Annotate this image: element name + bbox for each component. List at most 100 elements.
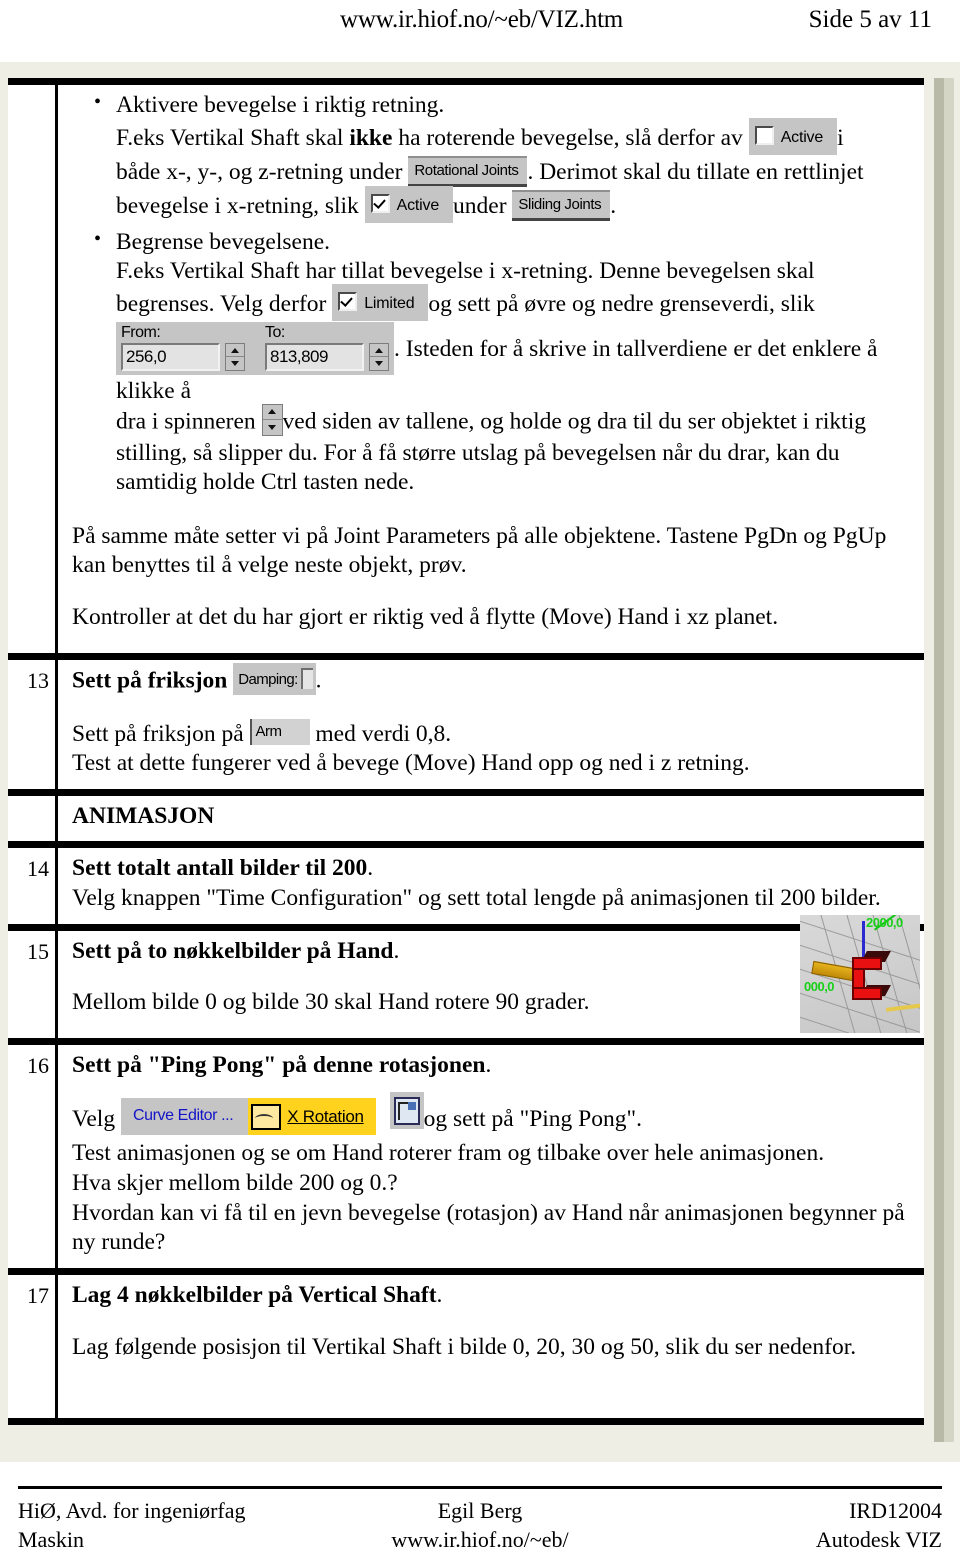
text-fragment: ved siden av tallene, og holde og dra ti…	[282, 407, 866, 434]
damping-input[interactable]	[300, 667, 313, 689]
to-spinner[interactable]	[369, 342, 389, 371]
footer-left-line2: Maskin	[18, 1527, 84, 1553]
text-fragment: under	[453, 192, 513, 219]
row-body-cell: Sett på "Ping Pong" på denne rotasjonen.…	[58, 1044, 924, 1268]
item-title-text: Sett på "Ping Pong" på denne rotasjonen	[72, 1051, 486, 1078]
checkbox-label: Active	[396, 196, 440, 214]
spinner-up-icon[interactable]	[370, 343, 388, 358]
bullet-line: samtidig holde Ctrl tasten nede.	[116, 469, 415, 496]
item-body-line: Velg Curve Editor ... X Rotation og sett…	[72, 1092, 914, 1139]
spinner-down-icon[interactable]	[226, 357, 244, 370]
spinner-down-icon[interactable]	[370, 357, 388, 370]
from-input[interactable]: 256,0	[121, 342, 220, 371]
footer-center: Egil Berg www.ir.hiof.no/~eb/	[326, 1496, 634, 1554]
arm-object-widget[interactable]: Arm	[249, 719, 310, 746]
page-footer: HiØ, Avd. for ingeniørfag Maskin Egil Be…	[0, 1462, 960, 1567]
sliding-joints-rollout-widget[interactable]: Sliding Joints	[512, 189, 611, 221]
document-page: www.ir.hiof.no/~eb/VIZ.htm Side 5 av 11 …	[0, 0, 960, 1567]
text-fragment: i	[837, 124, 844, 151]
checkbox-icon[interactable]	[370, 193, 390, 213]
table-row: 17 Lag 4 nøkkelbilder på Vertical Shaft.…	[8, 1267, 924, 1426]
document-body-frame: Aktivere bevegelse i riktig retning. F.e…	[0, 62, 960, 1462]
x-rotation-track[interactable]: X Rotation	[248, 1098, 376, 1136]
bullet-line: bevegelse i x-retning, slik Active under …	[116, 185, 914, 226]
table-row: ANIMASJON	[8, 788, 924, 849]
checkbox-icon[interactable]	[754, 125, 774, 145]
spinner-up-icon[interactable]	[226, 343, 244, 358]
curve-track-icon	[251, 1103, 282, 1130]
limited-checkbox-widget[interactable]: Limited	[332, 283, 429, 321]
spinner-up-icon[interactable]	[262, 405, 282, 421]
out-of-range-icon	[393, 1096, 420, 1125]
viewport-hand-bottom	[852, 986, 882, 1000]
item-title: Sett totalt antall bilder til 200.	[72, 854, 914, 884]
bullet-line: F.eks Vertikal Shaft har tillat bevegels…	[116, 258, 815, 285]
bullet-line: F.eks Vertikal Shaft skal ikke ha rotere…	[116, 117, 914, 158]
page-header: www.ir.hiof.no/~eb/VIZ.htm Side 5 av 11	[0, 0, 960, 62]
row-body-cell: Sett totalt antall bilder til 200. Velg …	[58, 848, 924, 924]
viewport-label-top: 2000,0	[866, 914, 903, 930]
item-title: Sett på friksjon Damping:.	[72, 662, 914, 698]
item-body-line: Hvordan kan vi få til en jevn bevegelse …	[72, 1199, 905, 1226]
row-number-cell: 13	[8, 659, 58, 789]
section-heading: ANIMASJON	[72, 802, 914, 832]
viewport-z-axis	[862, 920, 865, 957]
item-body-line: ny runde?	[72, 1229, 166, 1256]
from-caption: From:	[121, 323, 161, 341]
text-fragment: .	[485, 1051, 492, 1078]
footer-left: HiØ, Avd. for ingeniørfag Maskin	[18, 1496, 326, 1554]
footer-right: IRD12004 Autodesk VIZ	[634, 1496, 942, 1554]
curve-editor-toolbar-widget[interactable]: Curve Editor ... X Rotation	[120, 1092, 424, 1136]
text-fragment: .	[367, 855, 374, 882]
active-checkbox-widget-on[interactable]: Active	[364, 185, 454, 223]
item-title: Sett på to nøkkelbilder på Hand.	[72, 937, 914, 967]
row-body-cell: Lag 4 nøkkelbilder på Vertical Shaft. La…	[58, 1274, 924, 1419]
footer-center-line2: www.ir.hiof.no/~eb/	[391, 1527, 569, 1553]
text-fragment: og sett på øvre og nedre grenseverdi, sl…	[428, 290, 815, 317]
row-number-cell: 17	[8, 1274, 58, 1419]
active-checkbox-widget-off[interactable]: Active	[748, 117, 838, 155]
header-url: www.ir.hiof.no/~eb/VIZ.htm	[340, 6, 624, 33]
param-curve-out-of-range-button[interactable]	[389, 1092, 424, 1130]
damping-field-widget[interactable]: Damping:	[233, 662, 316, 695]
footer-divider	[18, 1486, 942, 1489]
paragraph-joint-parameters-1: På samme måte setter vi på Joint Paramet…	[72, 522, 887, 549]
checkbox-label: Limited	[364, 294, 415, 312]
spinner-down-icon[interactable]	[263, 420, 282, 435]
text-fragment: .	[610, 192, 617, 219]
standalone-spinner-widget[interactable]	[261, 403, 283, 436]
item-body-line: Lag følgende posisjon til Vertikal Shaft…	[72, 1333, 857, 1360]
text-fragment: med verdi 0,8.	[309, 720, 452, 747]
viewport-label-left: 000,0	[804, 978, 835, 994]
bullet-line: stilling, så slipper du. For å få større…	[116, 439, 840, 466]
table-row: 14 Sett totalt antall bilder til 200. Ve…	[8, 841, 924, 931]
row-body-cell: Sett på friksjon Damping:. Sett på friks…	[58, 659, 924, 789]
footer-right-line1: IRD12004	[849, 1498, 942, 1523]
from-to-spinner-widget[interactable]: From: 256,0 To: 813,809	[116, 321, 394, 375]
item-body-line: Test at dette fungerer ved å bevege (Mov…	[72, 750, 750, 777]
x-rotation-label: X Rotation	[287, 1106, 364, 1126]
rotational-joints-rollout-widget[interactable]: Rotational Joints	[408, 155, 528, 187]
footer-center-line1: Egil Berg	[437, 1498, 523, 1523]
section-heading-text: ANIMASJON	[72, 802, 215, 829]
text-fragment: Sett på friksjon på	[72, 720, 250, 747]
row-number-cell: 14	[8, 848, 58, 924]
bullet-line: både x-, y-, og z-retning under Rotation…	[116, 155, 914, 189]
from-spinner[interactable]	[225, 342, 245, 371]
item-title-text: Sett totalt antall bilder til 200	[72, 855, 368, 882]
checkbox-icon[interactable]	[338, 291, 358, 311]
bullet-title: Aktivere bevegelse i riktig retning.	[116, 92, 445, 118]
text-fragment: .	[315, 666, 322, 693]
table-row: 13 Sett på friksjon Damping:. Sett på fr…	[8, 652, 924, 796]
to-input[interactable]: 813,809	[265, 342, 364, 371]
to-group: To: 813,809	[265, 324, 389, 371]
text-fragment: både x-, y-, og z-retning under	[116, 158, 409, 185]
item-title: Lag 4 nøkkelbilder på Vertical Shaft.	[72, 1281, 914, 1311]
curve-editor-button[interactable]: Curve Editor ...	[120, 1098, 244, 1136]
row-number-cell: 15	[8, 930, 58, 1038]
list-item: Aktivere bevegelse i riktig retning. F.e…	[72, 90, 914, 226]
bullet-line: From: 256,0 To: 813,809 . Isteden for å …	[116, 321, 914, 407]
text-fragment: Velg	[72, 1106, 116, 1133]
footer-right-line2: Autodesk VIZ	[815, 1527, 942, 1553]
text-fragment: .	[436, 1281, 443, 1308]
